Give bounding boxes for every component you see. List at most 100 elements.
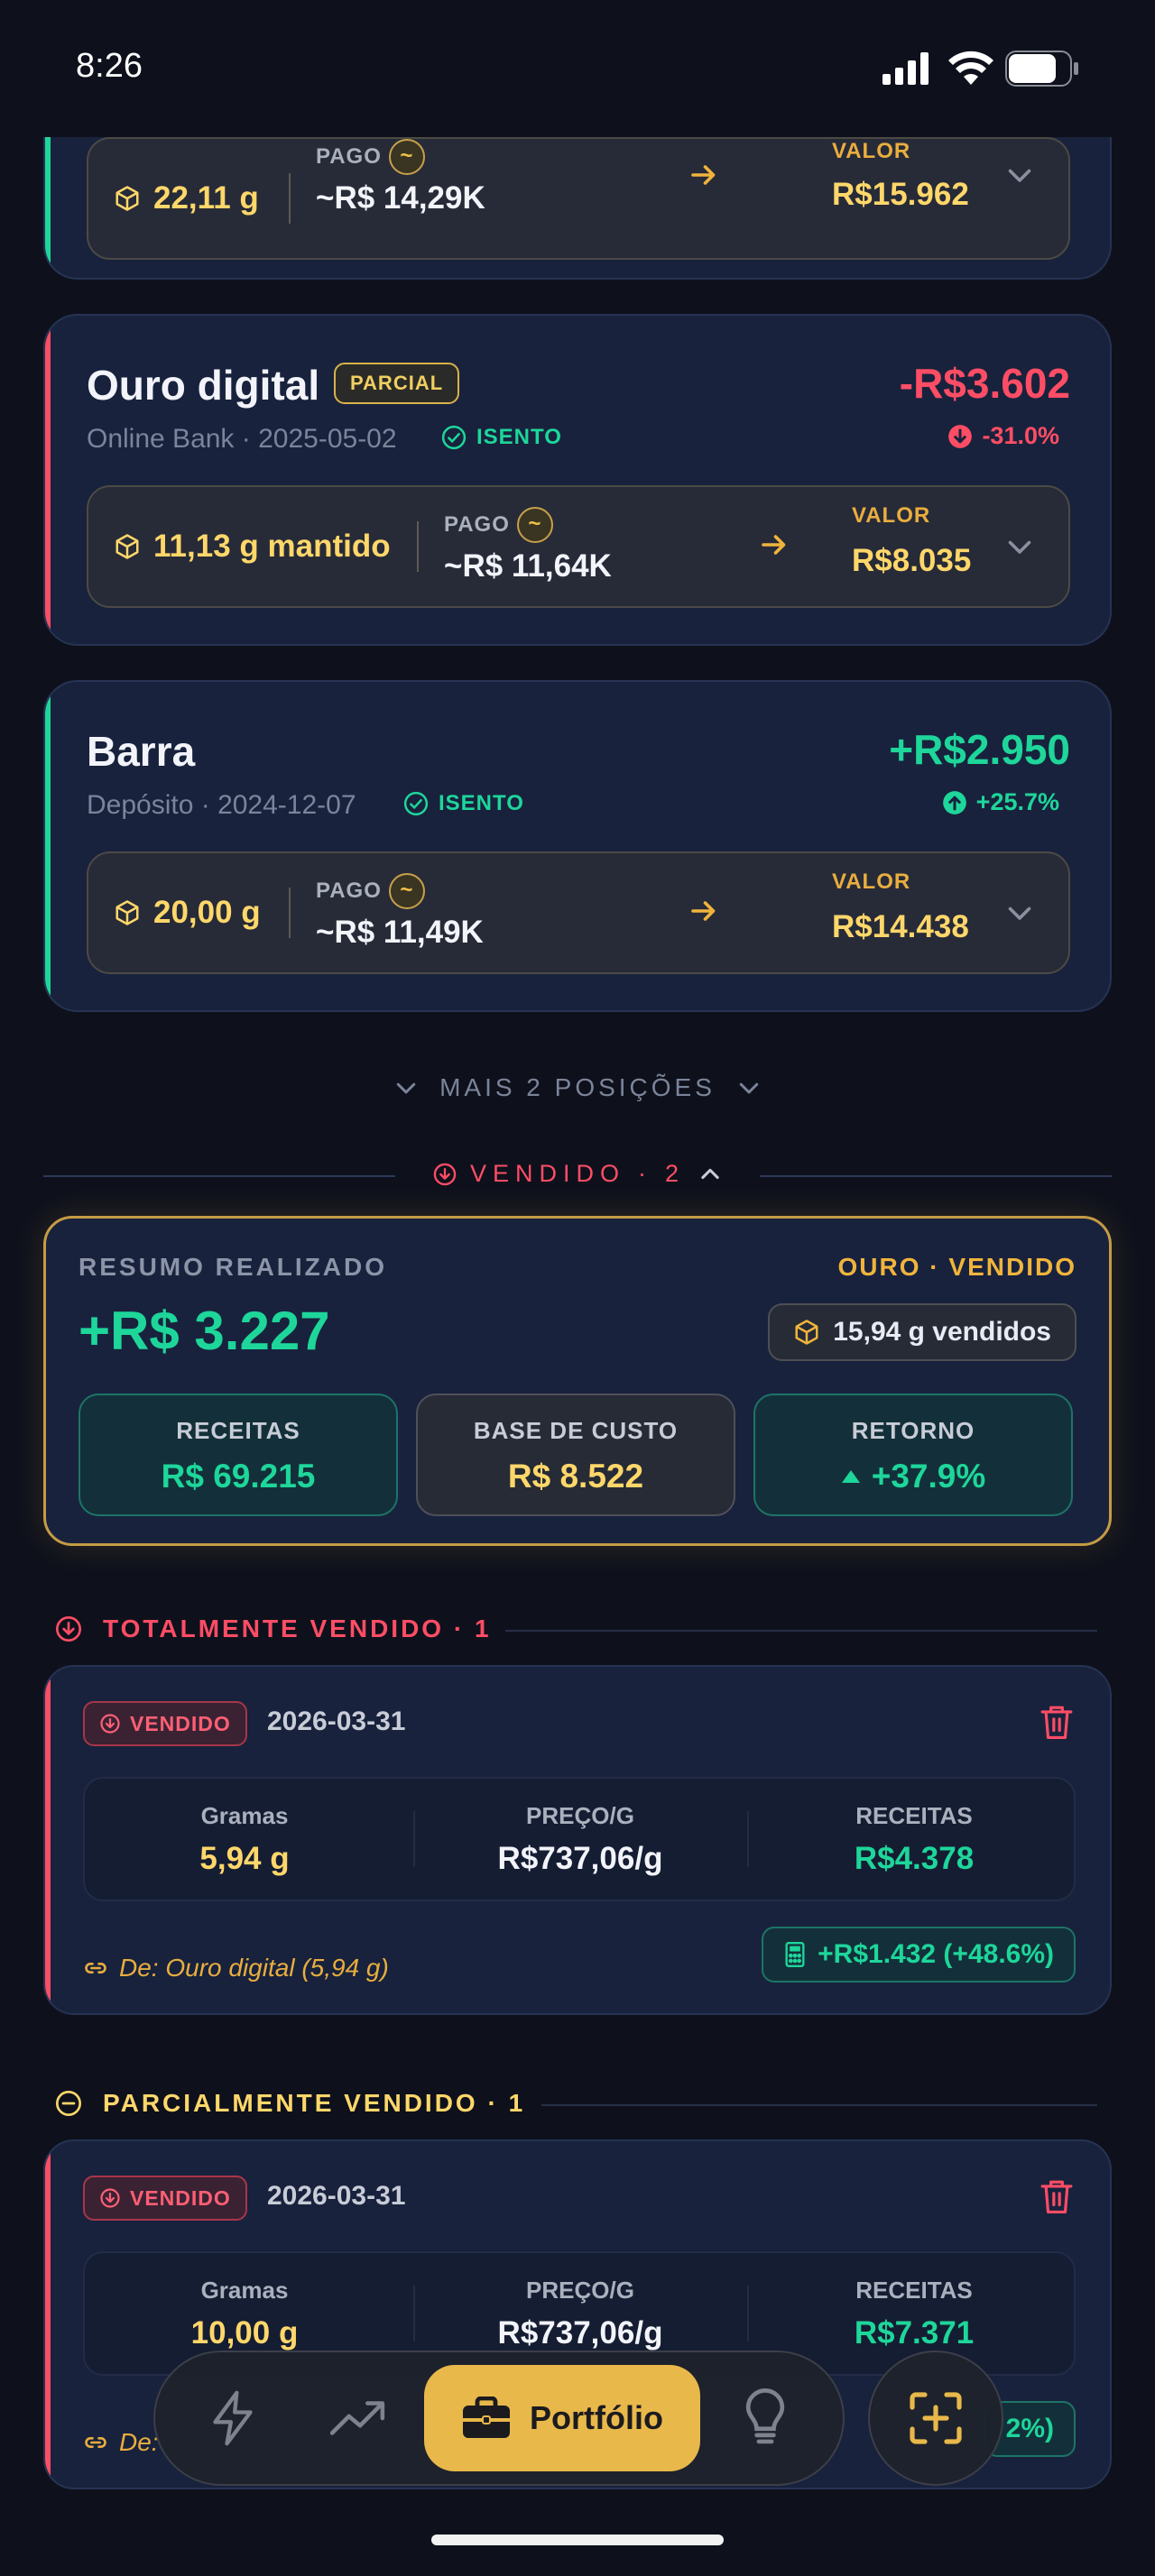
cube-icon bbox=[114, 899, 141, 926]
tax-exempt-label: ISENTO bbox=[439, 791, 524, 815]
nav-portfolio-label: Portfólio bbox=[530, 2399, 663, 2436]
profit-loss-percent: -31.0% bbox=[982, 422, 1059, 449]
sold-badge-label: VENDIDO bbox=[130, 1711, 231, 1735]
stat-value: +37.9% bbox=[871, 1458, 986, 1495]
value-amount: R$15.962 bbox=[832, 177, 969, 212]
cube-icon bbox=[114, 533, 141, 560]
fully-sold-heading: TOTALMENTE VENDIDO · 1 bbox=[54, 1615, 492, 1643]
nav-portfolio[interactable]: Portfólio bbox=[424, 2365, 700, 2471]
calculator-icon bbox=[783, 1942, 807, 1967]
arrow-down-circle-outline-icon bbox=[432, 1162, 457, 1187]
stat-value: R$ 69.215 bbox=[161, 1458, 316, 1495]
value-label: VALOR bbox=[852, 503, 931, 528]
scan-plus-icon bbox=[909, 2391, 963, 2445]
position-card-barra[interactable]: Barra Depósito · 2024-12-07 ISENTO +R$2.… bbox=[43, 680, 1112, 1012]
trending-up-icon[interactable] bbox=[330, 2397, 386, 2439]
stat-label: RECEITAS bbox=[176, 1417, 300, 1444]
realized-gain-chip: +R$1.432 (+48.6%) bbox=[762, 1927, 1076, 1983]
position-detail-row[interactable]: 11,13 g mantido PAGO ~ ~R$ 11,64K VALOR … bbox=[87, 485, 1070, 608]
arrow-down-circle-outline-icon bbox=[54, 1615, 83, 1643]
tax-exempt-label: ISENTO bbox=[476, 425, 562, 449]
sold-metrics: Gramas 5,94 g PREÇO/G R$737,06/g RECEITA… bbox=[83, 1777, 1076, 1901]
triangle-up-icon bbox=[841, 1469, 861, 1484]
partially-sold-heading: PARCIALMENTE VENDIDO · 1 bbox=[54, 2089, 525, 2118]
sold-section-dot: · bbox=[638, 1160, 652, 1187]
profit-loss-amount: +R$2.950 bbox=[889, 726, 1070, 773]
source-position-text: De: bbox=[119, 2428, 159, 2456]
cube-icon bbox=[114, 185, 141, 212]
source-position-text: De: Ouro digital (5,94 g) bbox=[119, 1954, 389, 1982]
show-more-positions-button[interactable]: MAIS 2 POSIÇÕES bbox=[0, 1073, 1155, 1102]
paid-label: PAGO bbox=[316, 144, 382, 169]
metric-value: R$7.371 bbox=[854, 2315, 975, 2351]
value-label: VALOR bbox=[832, 139, 911, 163]
arrow-right-icon bbox=[758, 529, 790, 561]
position-detail-row[interactable]: 22,11 g PAGO ~ ~R$ 14,29K VALOR R$15.962 bbox=[87, 137, 1070, 260]
trash-icon[interactable] bbox=[1040, 2177, 1074, 2215]
metric-label: RECEITAS bbox=[855, 2277, 973, 2304]
chevron-down-icon[interactable] bbox=[1003, 159, 1036, 191]
arrow-right-icon bbox=[688, 159, 720, 191]
position-subtitle: Depósito · 2024-12-07 bbox=[87, 790, 356, 820]
stat-label: RETORNO bbox=[851, 1417, 975, 1444]
grams-value: 22,11 g bbox=[153, 180, 259, 216]
minus-circle-icon bbox=[54, 2089, 83, 2118]
source-position-link[interactable]: De: bbox=[83, 2428, 159, 2457]
scan-add-button[interactable] bbox=[868, 2351, 1003, 2486]
position-accent bbox=[45, 682, 51, 1010]
sold-accent bbox=[45, 2141, 51, 2488]
sold-transaction-card[interactable]: VENDIDO 2026-03-31 Gramas 5,94 g PREÇO/G… bbox=[43, 1665, 1112, 2015]
link-icon bbox=[83, 2430, 108, 2455]
position-subtitle: Online Bank · 2025-05-02 bbox=[87, 424, 397, 454]
approx-icon: ~ bbox=[388, 139, 425, 175]
return-stat: RETORNO +37.9% bbox=[753, 1394, 1073, 1516]
home-indicator[interactable] bbox=[431, 2535, 724, 2545]
profit-loss-amount: -R$3.602 bbox=[899, 360, 1070, 407]
realized-gain-partial: 2%) bbox=[1005, 2414, 1054, 2443]
stat-value: R$ 8.522 bbox=[507, 1458, 644, 1495]
check-circle-icon bbox=[440, 424, 467, 451]
grams-value: 20,00 g bbox=[153, 895, 261, 930]
chevron-down-icon bbox=[735, 1074, 762, 1101]
position-title: Barra bbox=[87, 728, 196, 775]
sold-grams: 15,94 g vendidos bbox=[833, 1317, 1051, 1347]
chevron-down-icon[interactable] bbox=[1003, 530, 1036, 563]
sold-accent bbox=[45, 1667, 51, 2013]
chevron-down-icon[interactable] bbox=[1003, 897, 1036, 929]
sold-badge: VENDIDO bbox=[83, 1701, 247, 1746]
realized-gain: +R$1.432 (+48.6%) bbox=[818, 1939, 1054, 1969]
metric-label: PREÇO/G bbox=[526, 2277, 634, 2304]
position-accent bbox=[45, 316, 51, 644]
source-position-link[interactable]: De: Ouro digital (5,94 g) bbox=[83, 1954, 389, 1983]
arrow-down-circle-outline-icon bbox=[99, 2187, 121, 2209]
summary-title: RESUMO REALIZADO bbox=[79, 1253, 387, 1281]
value-amount: R$8.035 bbox=[852, 543, 972, 578]
trash-icon[interactable] bbox=[1040, 1703, 1074, 1741]
lightbulb-icon[interactable] bbox=[744, 2388, 787, 2448]
sold-section-toggle[interactable]: VENDIDO · 2 bbox=[43, 1160, 1112, 1192]
sold-section-count: 2 bbox=[665, 1160, 686, 1187]
arrow-down-circle-outline-icon bbox=[99, 1713, 121, 1734]
summary-tag: OURO · VENDIDO bbox=[837, 1253, 1076, 1281]
lightning-icon[interactable] bbox=[209, 2390, 256, 2446]
arrow-up-circle-icon bbox=[942, 790, 967, 815]
paid-value: ~R$ 14,29K bbox=[316, 180, 485, 216]
briefcase-icon bbox=[461, 2397, 512, 2440]
position-card-ouro-digital[interactable]: Ouro digital PARCIAL Online Bank · 2025-… bbox=[43, 314, 1112, 646]
paid-label: PAGO bbox=[444, 512, 510, 537]
show-more-label: MAIS 2 POSIÇÕES bbox=[439, 1073, 716, 1101]
cube-icon bbox=[793, 1319, 820, 1346]
approx-icon: ~ bbox=[388, 873, 425, 909]
sold-date: 2026-03-31 bbox=[267, 2181, 406, 2211]
bottom-navigation: Portfólio bbox=[153, 2351, 845, 2486]
value-label: VALOR bbox=[832, 869, 911, 894]
metric-label: Gramas bbox=[200, 1802, 289, 1829]
sold-date: 2026-03-31 bbox=[267, 1707, 406, 1736]
wifi-icon bbox=[947, 51, 994, 85]
check-circle-icon bbox=[402, 790, 430, 817]
position-detail-row[interactable]: 20,00 g PAGO ~ ~R$ 11,49K VALOR R$14.438 bbox=[87, 851, 1070, 974]
metric-value: R$737,06/g bbox=[497, 2315, 663, 2351]
sold-badge: VENDIDO bbox=[83, 2176, 247, 2221]
section-heading-label: PARCIALMENTE VENDIDO · 1 bbox=[103, 2089, 526, 2117]
partial-badge: PARCIAL bbox=[334, 363, 460, 404]
